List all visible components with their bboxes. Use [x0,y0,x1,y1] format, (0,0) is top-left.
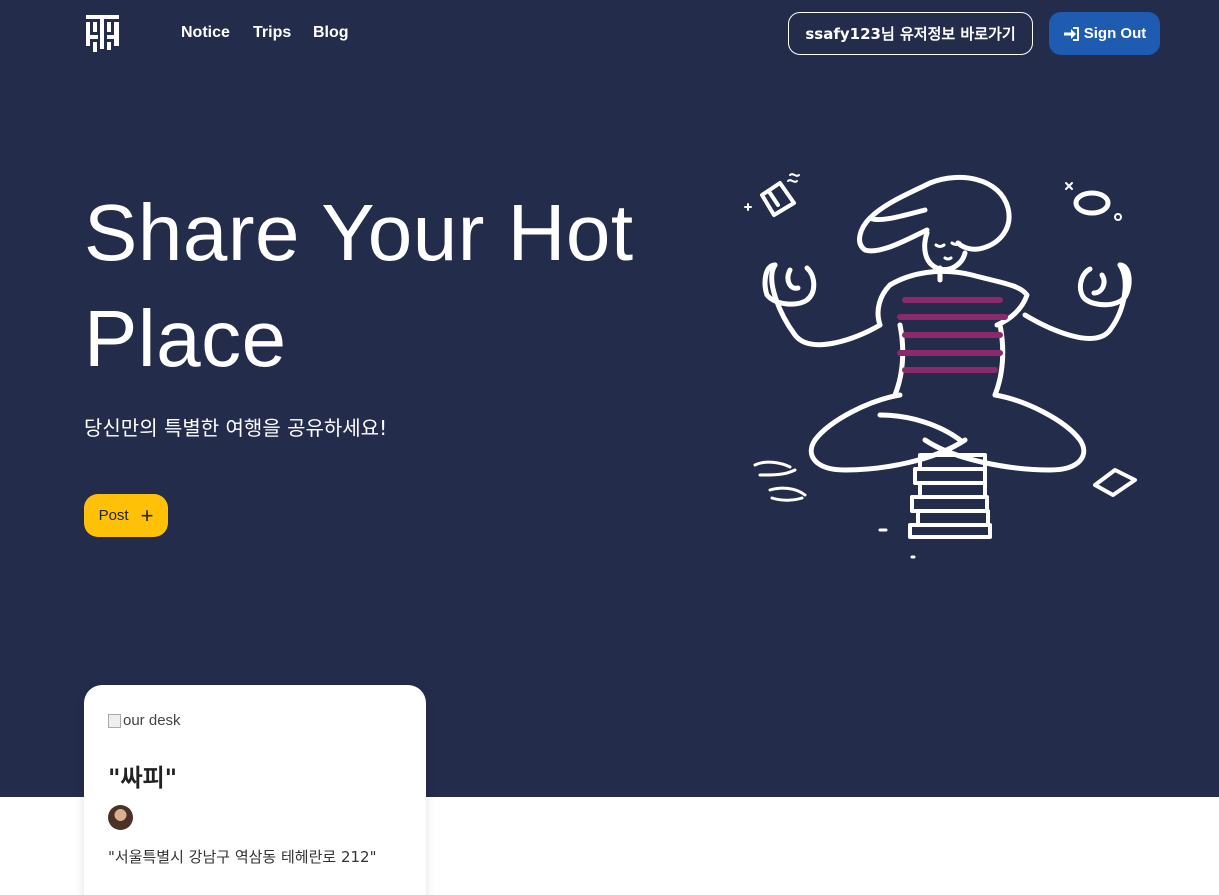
post-button-label: Post [98,507,129,524]
meditation-illustration [744,173,1137,559]
card-image: our desk [108,712,181,729]
nav-link-trips[interactable]: Trips [253,22,291,44]
site-logo[interactable] [86,15,119,52]
hero-section: Notice Trips Blog ssafy123님 유저정보 바로가기 Si… [0,0,1219,797]
hotplace-card[interactable]: our desk "싸피" "서울특별시 강남구 역삼동 테헤란로 212" [84,685,426,895]
card-image-alt: our desk [123,712,181,729]
nav-link-blog[interactable]: Blog [313,22,349,44]
hero-subtitle: 당신만의 특별한 여행을 공유하세요! [84,416,388,440]
post-button[interactable]: Post + [84,494,168,537]
card-address: "서울특별시 강남구 역삼동 테헤란로 212" [108,848,377,866]
nav-link-notice[interactable]: Notice [181,22,230,44]
avatar [108,805,133,830]
card-title: "싸피" [108,764,178,792]
user-info-button[interactable]: ssafy123님 유저정보 바로가기 [788,12,1033,55]
sign-out-button[interactable]: Sign Out [1049,12,1160,55]
sign-out-label: Sign Out [1083,25,1147,42]
broken-image-icon [108,713,121,728]
sign-in-arrow-icon [1063,26,1079,41]
hero-title: Share Your Hot Place [84,188,634,383]
plus-icon: + [140,502,154,528]
